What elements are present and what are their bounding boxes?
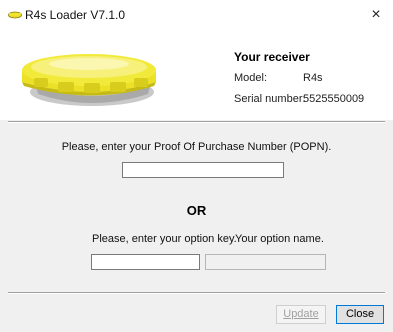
update-button-label: Update	[283, 308, 319, 320]
window-close-button[interactable]: ×	[361, 2, 391, 28]
serial-number-value: 5525550009	[303, 93, 365, 105]
update-button[interactable]: Update	[276, 305, 326, 324]
serial-number-label: Serial number:	[234, 93, 306, 105]
receiver-panel: Your receiver Model: R4s Serial number: …	[0, 30, 393, 120]
popn-input[interactable]	[122, 162, 284, 178]
bottom-divider	[8, 292, 385, 294]
app-icon	[8, 11, 22, 19]
close-button[interactable]: Close	[336, 305, 384, 324]
model-label: Model:	[234, 72, 268, 84]
option-key-prompt: Please, enter your option key.	[92, 233, 237, 245]
title-bar: R4s Loader V7.1.0 ×	[0, 0, 393, 30]
window-title: R4s Loader V7.1.0	[25, 8, 126, 22]
your-receiver-heading: Your receiver	[234, 50, 310, 64]
popn-prompt: Please, enter your Proof Of Purchase Num…	[61, 141, 332, 153]
option-key-input[interactable]	[91, 254, 200, 270]
close-button-label: Close	[345, 308, 375, 320]
top-divider	[8, 121, 385, 123]
loader-window: R4s Loader V7.1.0 × Your receiver Model:…	[0, 0, 393, 332]
or-label: OR	[186, 203, 207, 218]
model-value: R4s	[303, 72, 323, 84]
option-name-field	[205, 254, 326, 270]
option-name-prompt: Your option name.	[235, 233, 324, 245]
receiver-image	[22, 54, 156, 106]
